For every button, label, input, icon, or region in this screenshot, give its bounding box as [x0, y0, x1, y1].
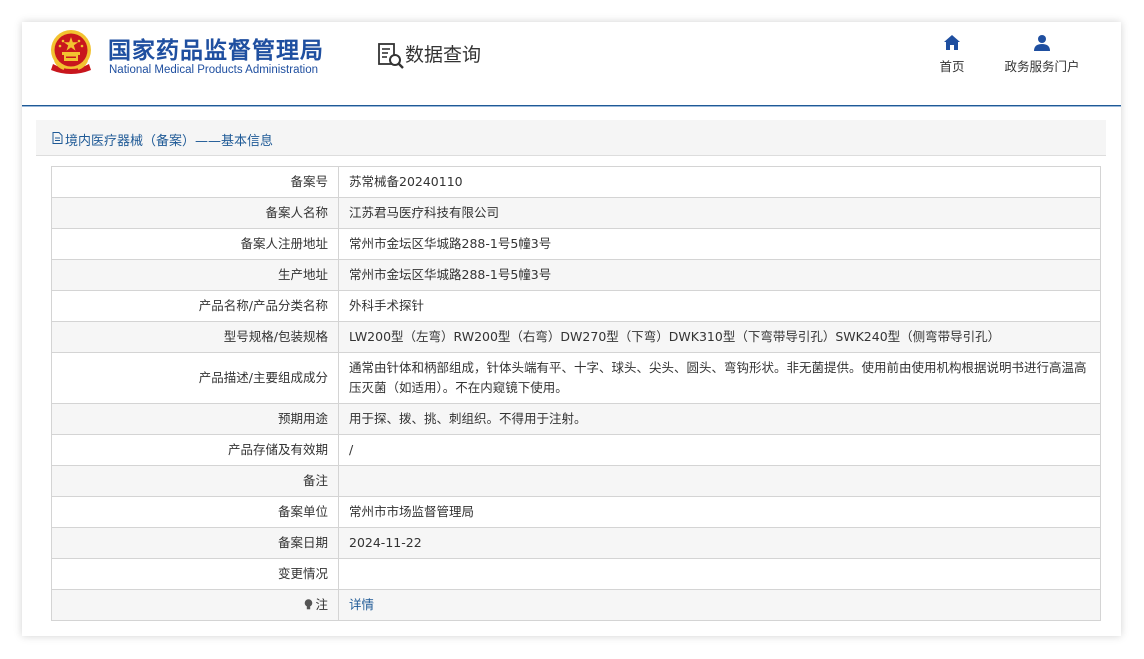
field-value: 常州市金坛区华城路288-1号5幢3号	[338, 259, 1101, 291]
panel-body: 备案号 苏常械备20240110 备案人名称 江苏君马医疗科技有限公司 备案人注…	[36, 156, 1106, 632]
table-row: 备案日期 2024-11-22	[51, 527, 1101, 559]
field-value: 外科手术探针	[338, 290, 1101, 322]
field-label: 预期用途	[51, 403, 339, 435]
nav-service-portal[interactable]: 政务服务门户	[1000, 34, 1084, 75]
field-label: 备案号	[51, 166, 339, 198]
field-label: 备注	[51, 465, 339, 497]
panel-title: 境内医疗器械（备案）——基本信息	[65, 134, 274, 149]
field-label: 备案人注册地址	[51, 228, 339, 260]
table-row: 生产地址 常州市金坛区华城路288-1号5幢3号	[51, 259, 1101, 291]
field-value: 常州市市场监督管理局	[338, 496, 1101, 528]
nav-service-portal-label: 政务服务门户	[1004, 59, 1080, 74]
field-value	[338, 465, 1101, 497]
lightbulb-icon	[305, 599, 313, 610]
field-label: 产品名称/产品分类名称	[51, 290, 339, 322]
field-label: 备案日期	[51, 527, 339, 559]
table-row: 产品存储及有效期 /	[51, 434, 1101, 466]
table-row: 型号规格/包装规格 LW200型（左弯）RW200型（右弯）DW270型（下弯）…	[51, 321, 1101, 353]
field-label: 产品描述/主要组成成分	[51, 352, 339, 404]
field-label: 备案人名称	[51, 197, 339, 229]
field-label: 生产地址	[51, 259, 339, 291]
field-label: 型号规格/包装规格	[51, 321, 339, 353]
site-header: 国家药品监督管理局 National Medical Products Admi…	[22, 22, 1121, 106]
field-value: 通常由针体和柄部组成，针体头端有平、十字、球头、尖头、圆头、弯钩形状。非无菌提供…	[338, 352, 1101, 404]
field-value: 用于探、拨、挑、刺组织。不得用于注射。	[338, 403, 1101, 435]
nav-home[interactable]: 首页	[932, 34, 972, 75]
field-value	[338, 558, 1101, 590]
site-title-cn: 国家药品监督管理局	[108, 38, 324, 64]
header-divider	[22, 106, 1121, 107]
table-row: 备案号 苏常械备20240110	[51, 166, 1101, 198]
info-table: 备案号 苏常械备20240110 备案人名称 江苏君马医疗科技有限公司 备案人注…	[51, 166, 1101, 621]
field-label: 注	[315, 597, 328, 612]
document-icon	[52, 132, 63, 144]
table-row: 变更情况	[51, 558, 1101, 590]
home-icon	[944, 35, 960, 50]
national-emblem-icon	[51, 30, 91, 74]
field-value: 2024-11-22	[338, 527, 1101, 559]
panel-header: 境内医疗器械（备案）——基本信息	[36, 120, 1106, 156]
nav-home-label: 首页	[939, 59, 965, 74]
table-row: 注 详情	[51, 589, 1101, 621]
data-query-label: 数据查询	[405, 44, 482, 66]
table-row: 备案单位 常州市市场监督管理局	[51, 496, 1101, 528]
field-value: 江苏君马医疗科技有限公司	[338, 197, 1101, 229]
table-row: 备案人注册地址 常州市金坛区华城路288-1号5幢3号	[51, 228, 1101, 260]
field-value: 常州市金坛区华城路288-1号5幢3号	[338, 228, 1101, 260]
info-panel: 境内医疗器械（备案）——基本信息 备案号 苏常械备20240110 备案人名称 …	[36, 120, 1106, 632]
field-label: 变更情况	[51, 558, 339, 590]
field-value: /	[338, 434, 1101, 466]
site-title-en: National Medical Products Administration	[109, 64, 319, 76]
user-icon	[1034, 35, 1050, 51]
data-query-icon	[378, 43, 404, 69]
table-row: 产品描述/主要组成成分 通常由针体和柄部组成，针体头端有平、十字、球头、尖头、圆…	[51, 352, 1101, 404]
details-link-cell: 详情	[338, 589, 1101, 621]
page-frame: 国家药品监督管理局 National Medical Products Admi…	[22, 22, 1121, 636]
field-label: 备案单位	[51, 496, 339, 528]
table-row: 产品名称/产品分类名称 外科手术探针	[51, 290, 1101, 322]
table-row: 预期用途 用于探、拨、挑、刺组织。不得用于注射。	[51, 403, 1101, 435]
field-value: 苏常械备20240110	[338, 166, 1101, 198]
table-row: 备注	[51, 465, 1101, 497]
field-label: 产品存储及有效期	[51, 434, 339, 466]
field-value: LW200型（左弯）RW200型（右弯）DW270型（下弯）DWK310型（下弯…	[338, 321, 1101, 353]
note-label-cell: 注	[51, 589, 339, 621]
table-row: 备案人名称 江苏君马医疗科技有限公司	[51, 197, 1101, 229]
details-link[interactable]: 详情	[349, 597, 374, 612]
